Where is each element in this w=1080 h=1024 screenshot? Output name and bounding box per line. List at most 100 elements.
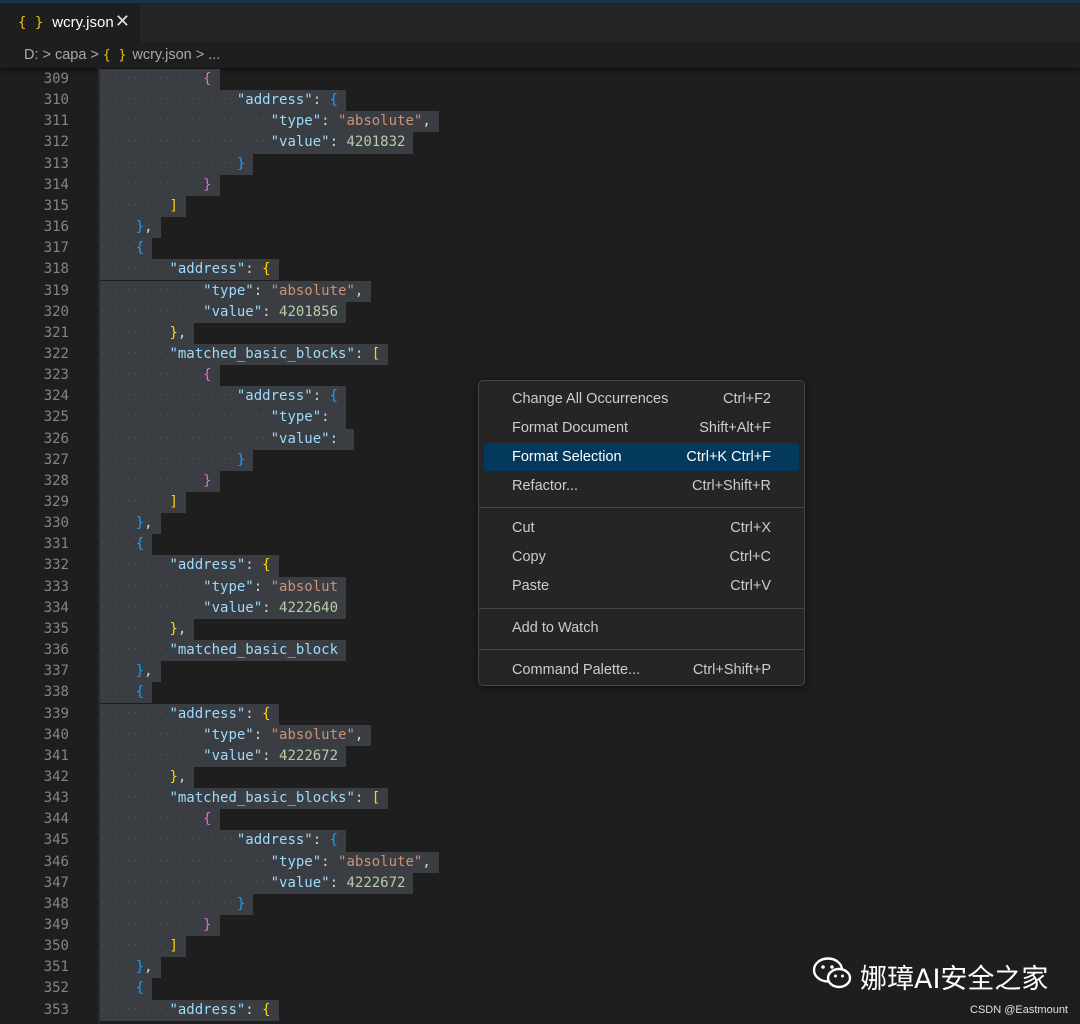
code-text: { [136,534,144,555]
line-number: 340 [43,726,69,743]
breadcrumb-file[interactable]: wcry.json [132,47,191,63]
code-token: "address" [236,832,313,849]
indent-whitespace-dots: ········································… [100,242,132,254]
code-line[interactable]: 313 ·····································… [0,153,1080,175]
line-number: 319 [43,282,69,299]
menu-item-refactor[interactable]: Refactor... Ctrl+Shift+R [484,472,799,500]
code-line[interactable]: 316 ·····································… [0,217,1080,239]
code-token: { [203,367,212,384]
code-token: { [203,811,212,828]
line-number: 310 [43,92,69,109]
code-text: "address": { [169,259,270,280]
code-line[interactable]: 317 ·····································… [0,238,1080,260]
menu-item-command-palette[interactable]: Command Palette... Ctrl+Shift+P [484,656,799,684]
menu-item-cut[interactable]: Cut Ctrl+X [484,514,799,542]
code-token: "type" [270,113,322,130]
code-line[interactable]: 312 ·····································… [0,132,1080,154]
code-line[interactable]: 347 ·····································… [0,872,1080,894]
line-number: 337 [43,663,69,680]
close-icon[interactable]: ✕ [115,11,130,31]
code-token: : [329,134,347,151]
code-text: "value": 4222672 [203,746,338,767]
code-line[interactable]: 348 ·····································… [0,893,1080,915]
indent-whitespace-dots: ········································… [100,221,132,233]
menu-item-copy[interactable]: Copy Ctrl+C [484,543,799,571]
code-text: "value": 4201832 [271,132,406,153]
code-token: : [354,345,372,362]
line-number: 334 [43,599,69,616]
code-line[interactable]: 343 ·····································… [0,788,1080,810]
code-token: "matched_basic_block [169,642,339,659]
line-number: 325 [43,409,69,426]
code-token: , [354,726,364,743]
line-number: 341 [43,747,69,764]
code-token: ] [169,197,178,214]
code-line[interactable]: 310 ·····································… [0,90,1080,112]
chevron-right-icon: > [90,47,99,63]
breadcrumb-drive[interactable]: D: [24,47,39,63]
tab-wcry-json[interactable]: { } wcry.json ✕ [0,3,140,42]
code-token: "value" [203,303,263,320]
code-line[interactable]: 321 ·····································… [0,322,1080,344]
code-line[interactable]: 350 ·····································… [0,936,1080,958]
code-token: "value" [270,874,330,891]
indent-whitespace-dots: ········································… [100,390,233,402]
indent-whitespace-dots: ········································… [100,157,233,169]
code-token: "absolute" [270,726,355,743]
code-token: : [253,578,271,595]
code-line[interactable]: 309 ·····································… [0,69,1080,91]
code-token: : [312,832,330,849]
indent-whitespace-dots: ········································… [100,305,199,317]
code-token: { [262,557,271,574]
code-text: "type": "absolute", [203,281,363,302]
code-token: : [262,599,280,616]
menu-item-paste[interactable]: Paste Ctrl+V [484,572,799,600]
code-line[interactable]: 340 ·····································… [0,724,1080,746]
code-line[interactable]: 353 ·····································… [0,999,1080,1021]
code-line[interactable]: 344 ·····································… [0,809,1080,831]
code-line[interactable]: 341 ·····································… [0,745,1080,767]
code-text: ] [169,492,177,513]
code-token: "matched_basic_blocks" [169,345,355,362]
breadcrumb: D: > capa > { } wcry.json > ... [0,42,1080,68]
code-text: "value": 4222672 [271,873,406,894]
line-number: 339 [43,705,69,722]
indent-whitespace-dots: ········································… [100,792,165,804]
code-line[interactable]: 319 ·····································… [0,280,1080,302]
indent-whitespace-dots: ········································… [100,707,165,719]
code-text: }, [136,217,153,238]
code-text: { [203,69,211,90]
menu-item-shortcut: Ctrl+Shift+P [692,662,771,679]
menu-item-label: Add to Watch [512,620,599,637]
code-line[interactable]: 318 ·····································… [0,259,1080,281]
menu-item-add-to-watch[interactable]: Add to Watch [484,614,799,642]
code-token: } [236,895,246,912]
code-token: } [135,663,145,680]
code-token: : [321,113,339,130]
code-token: { [135,684,145,701]
code-line[interactable]: 339 ·····································… [0,703,1080,725]
code-token: { [203,71,212,87]
code-line[interactable]: 342 ·····································… [0,766,1080,789]
indent-whitespace-dots: ········································… [100,813,199,825]
indent-whitespace-dots: ········································… [100,136,267,148]
code-line[interactable]: 314 ·····································… [0,174,1080,196]
breadcrumb-folder[interactable]: capa [55,47,86,63]
menu-item-label: Paste [512,578,550,595]
breadcrumb-symbols[interactable]: ... [208,47,220,63]
code-token: : [312,92,330,109]
menu-item-change-all-occurrences[interactable]: Change All Occurrences Ctrl+F2 [484,385,799,413]
menu-item-format-document[interactable]: Format Document Shift+Alt+F [484,414,799,442]
code-token: { [329,832,339,849]
code-line[interactable]: 346 ·····································… [0,851,1080,873]
code-line[interactable]: 320 ·····································… [0,301,1080,323]
code-line[interactable]: 345 ·····································… [0,830,1080,852]
menu-item-format-selection[interactable]: Format Selection Ctrl+K Ctrl+F [484,443,799,472]
code-line[interactable]: 311 ·····································… [0,111,1080,133]
line-number: 316 [43,219,69,236]
line-number: 350 [43,938,69,955]
code-line[interactable]: 322 ·····································… [0,343,1080,366]
code-line[interactable]: 315 ·····································… [0,195,1080,218]
code-line[interactable]: 349 ·····································… [0,915,1080,937]
code-token: : [253,282,271,299]
